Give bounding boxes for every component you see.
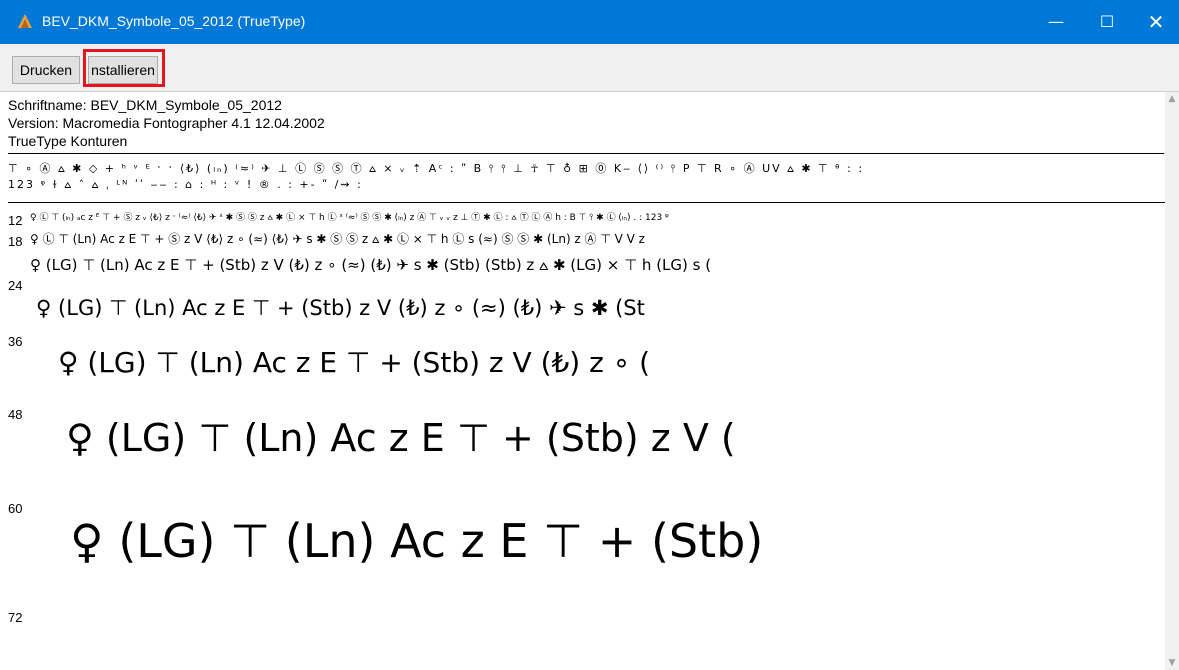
- print-button[interactable]: Drucken: [12, 56, 80, 84]
- charset-line-1: ⊤ ∘ Ⓐ ⩟ ✱ ◇ + ʰ ᵛ ᴱ ˑ ˑ ⟨₺⟩ (ₗₙ) ⁽≈⁾ ✈ ⊥…: [8, 162, 865, 175]
- size-label-36: 36: [8, 334, 23, 349]
- sample-line-18: ♀ Ⓛ ⊤ (Ln) Ac z E ⊤ + Ⓢ z V ⟨₺⟩ z ∘ (≈) …: [30, 232, 645, 246]
- install-button-highlight: [83, 49, 165, 87]
- size-label-12: 12: [8, 213, 23, 228]
- size-label-24: 24: [8, 278, 23, 293]
- charset-separator: [8, 202, 1165, 203]
- sample-line-72: ♀ (LG) ⊤ (Ln) Ac z E ⊤ + (Stb): [70, 514, 764, 568]
- sample-line-60: ♀ (LG) ⊤ (Ln) Ac z E ⊤ + (Stb) z V (: [66, 416, 736, 460]
- scroll-up-icon[interactable]: ▲: [1165, 92, 1179, 106]
- vertical-scrollbar[interactable]: ▲ ▼: [1165, 92, 1179, 670]
- minimize-button[interactable]: —: [1033, 0, 1079, 44]
- scroll-down-icon[interactable]: ▼: [1165, 656, 1179, 670]
- maximize-button[interactable]: ☐: [1084, 0, 1130, 44]
- sample-line-48: ♀ (LG) ⊤ (Ln) Ac z E ⊤ + (Stb) z V (₺) z…: [58, 346, 651, 379]
- toolbar: Drucken nstallieren: [0, 44, 1179, 92]
- version-line: Version: Macromedia Fontographer 4.1 12.…: [8, 115, 325, 131]
- font-name-line: Schriftname: BEV_DKM_Symbole_05_2012: [8, 97, 282, 113]
- size-label-48: 48: [8, 407, 23, 422]
- font-preview: ⊤ ∘ Ⓐ ⩟ ✱ ◇ + ʰ ᵛ ᴱ ˑ ˑ ⟨₺⟩ (ₗₙ) ⁽≈⁾ ✈ ⊥…: [8, 154, 1165, 670]
- font-file-icon: [18, 14, 32, 28]
- size-label-72: 72: [8, 610, 23, 625]
- sample-line-12: ♀ Ⓛ ⊤ (ₗₙ) ₐc z ᴱ ⊤ + Ⓢ z ᵥ ⟨₺⟩ z ˑ ⁽≈⁾ …: [30, 213, 669, 223]
- close-button[interactable]: ✕: [1133, 0, 1179, 44]
- sample-line-24: ♀ (LG) ⊤ (Ln) Ac z E ⊤ + (Stb) z V (₺) z…: [30, 256, 712, 274]
- sample-line-36: ♀ (LG) ⊤ (Ln) Ac z E ⊤ + (Stb) z V (₺) z…: [36, 296, 645, 320]
- charset-line-2: 123 ᵠ ɫ ⩟ ˄ ⩟ ˌ ᴸᴺ ʹʹ ‒‒ : ⌂ : ᴴ : ᵛ ! ®…: [8, 178, 363, 191]
- size-label-18: 18: [8, 234, 23, 249]
- size-label-60: 60: [8, 501, 23, 516]
- window-title: BEV_DKM_Symbole_05_2012 (TrueType): [42, 13, 306, 29]
- outline-type-line: TrueType Konturen: [8, 133, 128, 149]
- font-info: Schriftname: BEV_DKM_Symbole_05_2012 Ver…: [0, 92, 1165, 154]
- title-bar[interactable]: BEV_DKM_Symbole_05_2012 (TrueType) — ☐ ✕: [0, 0, 1179, 44]
